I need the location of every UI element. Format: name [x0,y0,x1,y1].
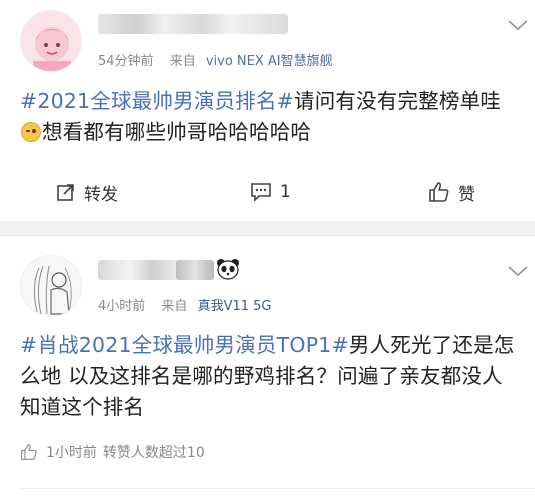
thumbs-up-icon [429,182,449,202]
post-text-part1: 请问有没有完整榜单哇 [294,89,502,113]
chevron-down-icon[interactable] [507,18,529,32]
post-time: 4小时前 [98,299,146,314]
stat-text: 转赞人数超过10 [102,445,205,461]
avatar[interactable] [20,10,82,72]
post-text-part2: 想看都有哪些帅哥哈哈哈哈哈 [42,120,312,144]
topic-link[interactable]: #2021全球最帅男演员排名# [20,89,294,113]
source-prefix: 来自 [161,299,188,314]
comment-count: 1 [280,182,291,202]
like-label: 赞 [458,184,475,205]
chevron-down-icon[interactable] [507,264,529,278]
avatar[interactable] [20,255,82,317]
weibo-post-2: 4小时前 来自 真我V11 5G #肖战2021全球最帅男演员TOP1#男人死光… [0,236,535,500]
share-icon [57,184,74,201]
comment-icon [251,183,271,202]
smile-emoji-icon [21,122,41,142]
device-link[interactable]: 真我V11 5G [198,299,272,314]
username-redacted-2 [176,260,214,280]
post-meta: 54分钟前 来自 vivo NEX AI智慧旗舰 [98,50,333,69]
repost-button[interactable]: 转发 [56,170,118,214]
repost-like-stat[interactable]: 1小时前 转赞人数超过10 [20,442,205,462]
post-meta: 4小时前 来自 真我V11 5G [98,295,272,314]
comment-button[interactable]: 1 [250,170,291,214]
post-content: #2021全球最帅男演员排名#请问有没有完整榜单哇想看都有哪些帅哥哈哈哈哈哈 [20,86,521,148]
post-separator [0,222,535,236]
panda-icon [217,259,239,280]
repost-label: 转发 [84,184,118,205]
stat-time: 1小时前 [46,445,97,461]
topic-link[interactable]: #肖战2021全球最帅男演员TOP1# [20,333,349,357]
thumbs-up-icon [20,443,37,461]
username-redacted[interactable] [98,14,288,34]
device-link[interactable]: vivo NEX AI智慧旗舰 [206,54,333,69]
post-content: #肖战2021全球最帅男演员TOP1#男人死光了还是怎么地 以及这排名是哪的野鸡… [20,330,521,423]
weibo-post-1: 54分钟前 来自 vivo NEX AI智慧旗舰 #2021全球最帅男演员排名#… [0,0,535,222]
like-button[interactable]: 赞 [428,170,475,214]
post-time: 54分钟前 [98,54,154,69]
source-prefix: 来自 [169,54,196,69]
action-bar: 转发 1 赞 [0,170,535,214]
next-post-edge [20,488,535,500]
